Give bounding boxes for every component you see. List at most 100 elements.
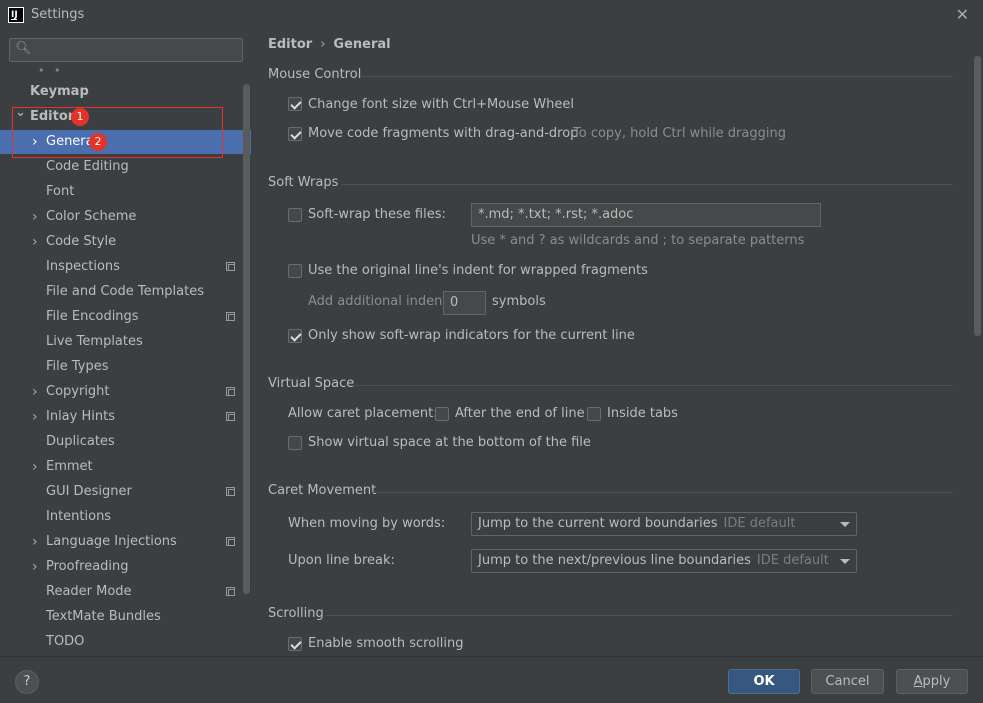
chevron-down-icon bbox=[840, 522, 850, 527]
section-title-soft-wraps: Soft Wraps bbox=[268, 175, 339, 190]
soft-wrap-patterns-input[interactable]: *.md; *.txt; *.rst; *.adoc bbox=[471, 203, 821, 227]
apply-label-rest: pply bbox=[922, 674, 951, 689]
chevron-right-icon[interactable]: › bbox=[32, 405, 38, 429]
sidebar-item-code-style[interactable]: › Code Style bbox=[0, 230, 251, 254]
settings-content: Editor › General Mouse Control Change font… bbox=[251, 30, 983, 656]
smooth-scrolling-checkbox[interactable] bbox=[288, 637, 302, 651]
after-end-of-line-checkbox[interactable] bbox=[435, 407, 449, 421]
caret-placement-label: Allow caret placement: bbox=[288, 406, 438, 421]
sidebar-scrollbar[interactable] bbox=[243, 84, 250, 594]
project-scope-icon bbox=[226, 587, 235, 596]
moving-by-words-dropdown[interactable]: Jump to the current word boundaries IDE d… bbox=[471, 512, 857, 536]
sidebar-item-label: Duplicates bbox=[46, 434, 115, 449]
sidebar-item-proofreading[interactable]: › Proofreading bbox=[0, 555, 251, 579]
sidebar-item-file-and-code-templates[interactable]: File and Code Templates bbox=[0, 280, 251, 304]
sidebar-item-reader-mode[interactable]: Reader Mode bbox=[0, 580, 251, 604]
original-indent-checkbox[interactable] bbox=[288, 264, 302, 278]
sidebar-item-label: Inlay Hints bbox=[46, 409, 115, 424]
section-title-caret-movement: Caret Movement bbox=[268, 483, 377, 498]
section-title-scrolling: Scrolling bbox=[268, 606, 324, 621]
line-break-hint: IDE default bbox=[756, 553, 829, 568]
sidebar-item-file-types[interactable]: File Types bbox=[0, 355, 251, 379]
breadcrumb-separator: › bbox=[320, 37, 326, 52]
settings-search[interactable]: 🔍︎ bbox=[9, 38, 243, 62]
drag-drop-checkbox[interactable] bbox=[288, 127, 302, 141]
moving-by-words-label: When moving by words: bbox=[288, 516, 446, 531]
breadcrumb-parent[interactable]: Editor bbox=[268, 37, 312, 52]
help-button[interactable]: ? bbox=[15, 670, 39, 694]
sidebar-item-textmate-bundles[interactable]: TextMate Bundles bbox=[0, 605, 251, 629]
breadcrumb: Editor › General bbox=[268, 37, 391, 52]
chevron-down-icon bbox=[840, 559, 850, 564]
sidebar-item-label: File Types bbox=[46, 359, 109, 374]
section-divider bbox=[325, 615, 953, 616]
show-virtual-space-checkbox[interactable] bbox=[288, 436, 302, 450]
sidebar-item-gui-designer[interactable]: GUI Designer bbox=[0, 480, 251, 504]
annotation-badge-2: 2 bbox=[89, 133, 107, 151]
sidebar-item-live-templates[interactable]: Live Templates bbox=[0, 330, 251, 354]
sidebar-item-label: Code Style bbox=[46, 234, 117, 249]
original-indent-label[interactable]: Use the original line's indent for wrapp… bbox=[308, 263, 648, 278]
sidebar-item-label: Language Injections bbox=[46, 534, 177, 549]
sidebar-item-label: Emmet bbox=[46, 459, 93, 474]
section-divider bbox=[341, 184, 953, 185]
sidebar-item-label: Keymap bbox=[30, 84, 89, 99]
smooth-scrolling-label[interactable]: Enable smooth scrolling bbox=[308, 636, 464, 651]
section-title-mouse-control: Mouse Control bbox=[268, 67, 362, 82]
show-virtual-space-label[interactable]: Show virtual space at the bottom of the … bbox=[308, 435, 591, 450]
sidebar-item-inlay-hints[interactable]: › Inlay Hints bbox=[0, 405, 251, 429]
soft-wrap-indicators-label[interactable]: Only show soft-wrap indicators for the c… bbox=[308, 328, 635, 343]
inside-tabs-checkbox[interactable] bbox=[587, 407, 601, 421]
soft-wrap-indicators-checkbox[interactable] bbox=[288, 329, 302, 343]
sidebar-item-label: TextMate Bundles bbox=[46, 609, 161, 624]
sidebar-item-code-editing[interactable]: Code Editing bbox=[0, 155, 251, 179]
project-scope-icon bbox=[226, 387, 235, 396]
additional-indent-unit: symbols bbox=[492, 294, 546, 309]
sidebar-item-emmet[interactable]: › Emmet bbox=[0, 455, 251, 479]
sidebar-item-todo[interactable]: TODO bbox=[0, 630, 251, 654]
sidebar-item-inspections[interactable]: Inspections bbox=[0, 255, 251, 279]
sidebar-item-intentions[interactable]: Intentions bbox=[0, 505, 251, 529]
sidebar-item-duplicates[interactable]: Duplicates bbox=[0, 430, 251, 454]
section-title-virtual-space: Virtual Space bbox=[268, 376, 355, 391]
sidebar-item-label: Inspections bbox=[46, 259, 120, 274]
breadcrumb-current: General bbox=[333, 37, 391, 52]
sidebar-item-color-scheme[interactable]: › Color Scheme bbox=[0, 205, 251, 229]
sidebar-item-label: Code Editing bbox=[46, 159, 129, 174]
additional-indent-input[interactable]: 0 bbox=[443, 291, 486, 315]
inside-tabs-label[interactable]: Inside tabs bbox=[607, 406, 678, 421]
apply-button[interactable]: Apply bbox=[896, 669, 968, 694]
sidebar-item-file-encodings[interactable]: File Encodings bbox=[0, 305, 251, 329]
sidebar-item-language-injections[interactable]: › Language Injections bbox=[0, 530, 251, 554]
sidebar-item-label: Copyright bbox=[46, 384, 110, 399]
additional-indent-label: Add additional indent: bbox=[308, 294, 452, 309]
ok-button[interactable]: OK bbox=[728, 669, 800, 694]
soft-wrap-files-checkbox[interactable] bbox=[288, 208, 302, 222]
change-font-size-checkbox[interactable] bbox=[288, 97, 302, 111]
soft-wrap-files-label[interactable]: Soft-wrap these files: bbox=[308, 207, 446, 222]
chevron-right-icon[interactable]: › bbox=[32, 530, 38, 554]
sidebar-item-label: Reader Mode bbox=[46, 584, 132, 599]
section-divider bbox=[371, 492, 953, 493]
sidebar-item-copyright[interactable]: › Copyright bbox=[0, 380, 251, 404]
line-break-label: Upon line break: bbox=[288, 553, 395, 568]
sidebar-item-label: Font bbox=[46, 184, 75, 199]
sidebar-item-keymap[interactable]: Keymap bbox=[0, 80, 251, 104]
sidebar-item-label: File Encodings bbox=[46, 309, 139, 324]
chevron-right-icon[interactable]: › bbox=[32, 455, 38, 479]
chevron-right-icon[interactable]: › bbox=[32, 380, 38, 404]
annotation-box-editor-general bbox=[12, 107, 223, 158]
cancel-button[interactable]: Cancel bbox=[811, 669, 884, 694]
after-end-of-line-label[interactable]: After the end of line bbox=[455, 406, 585, 421]
close-icon[interactable]: ✕ bbox=[956, 5, 969, 24]
search-input[interactable] bbox=[36, 40, 236, 60]
chevron-right-icon[interactable]: › bbox=[32, 205, 38, 229]
content-scrollbar[interactable] bbox=[974, 56, 981, 336]
drag-drop-label[interactable]: Move code fragments with drag-and-drop bbox=[308, 126, 578, 141]
chevron-right-icon[interactable]: › bbox=[32, 230, 38, 254]
chevron-right-icon[interactable]: › bbox=[32, 555, 38, 579]
sidebar-item-font[interactable]: Font bbox=[0, 180, 251, 204]
change-font-size-label[interactable]: Change font size with Ctrl+Mouse Wheel bbox=[308, 97, 574, 112]
project-scope-icon bbox=[226, 487, 235, 496]
line-break-dropdown[interactable]: Jump to the next/previous line boundarie… bbox=[471, 549, 857, 573]
